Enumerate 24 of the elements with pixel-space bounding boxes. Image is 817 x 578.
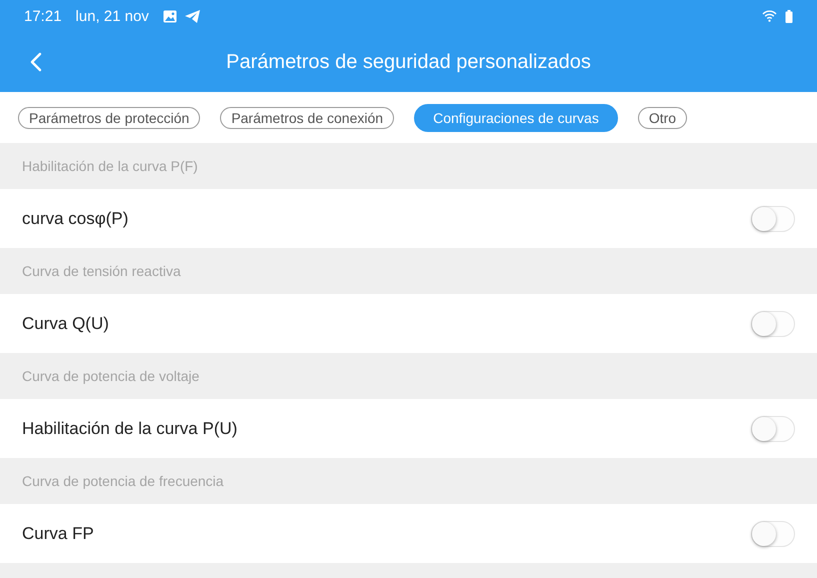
section-heading: Curva de tensión reactiva <box>22 263 181 279</box>
toggle-switch[interactable] <box>751 206 795 232</box>
toggle-switch[interactable] <box>751 520 795 546</box>
tab[interactable]: Parámetros de protección <box>18 106 200 128</box>
back-icon <box>30 52 42 72</box>
back-button[interactable] <box>28 50 44 74</box>
toggle-switch[interactable] <box>751 416 795 442</box>
paper-plane-icon <box>184 10 200 22</box>
setting-label: Curva Q(U) <box>22 314 110 334</box>
section-heading: Curva de potencia de voltaje <box>22 368 200 384</box>
setting-label: Habilitación de la curva P(U) <box>22 418 238 438</box>
battery-icon <box>785 10 793 22</box>
section-heading: Curva de potencia de frecuencia <box>22 473 224 489</box>
toggle-switch[interactable] <box>751 310 795 336</box>
setting-label: curva cosφ(P) <box>22 208 130 228</box>
image-icon <box>162 10 177 22</box>
status-time: 17:21 <box>24 8 62 24</box>
status-date: lun, 21 nov <box>76 8 149 24</box>
tab[interactable]: Otro <box>638 106 688 128</box>
wifi-icon <box>762 10 777 22</box>
page-title: Parámetros de seguridad personalizados <box>226 50 591 74</box>
tab[interactable]: Parámetros de conexión <box>220 106 394 128</box>
setting-label: Curva FP <box>22 524 95 544</box>
section-heading: Habilitación de la curva P(F) <box>22 158 198 174</box>
